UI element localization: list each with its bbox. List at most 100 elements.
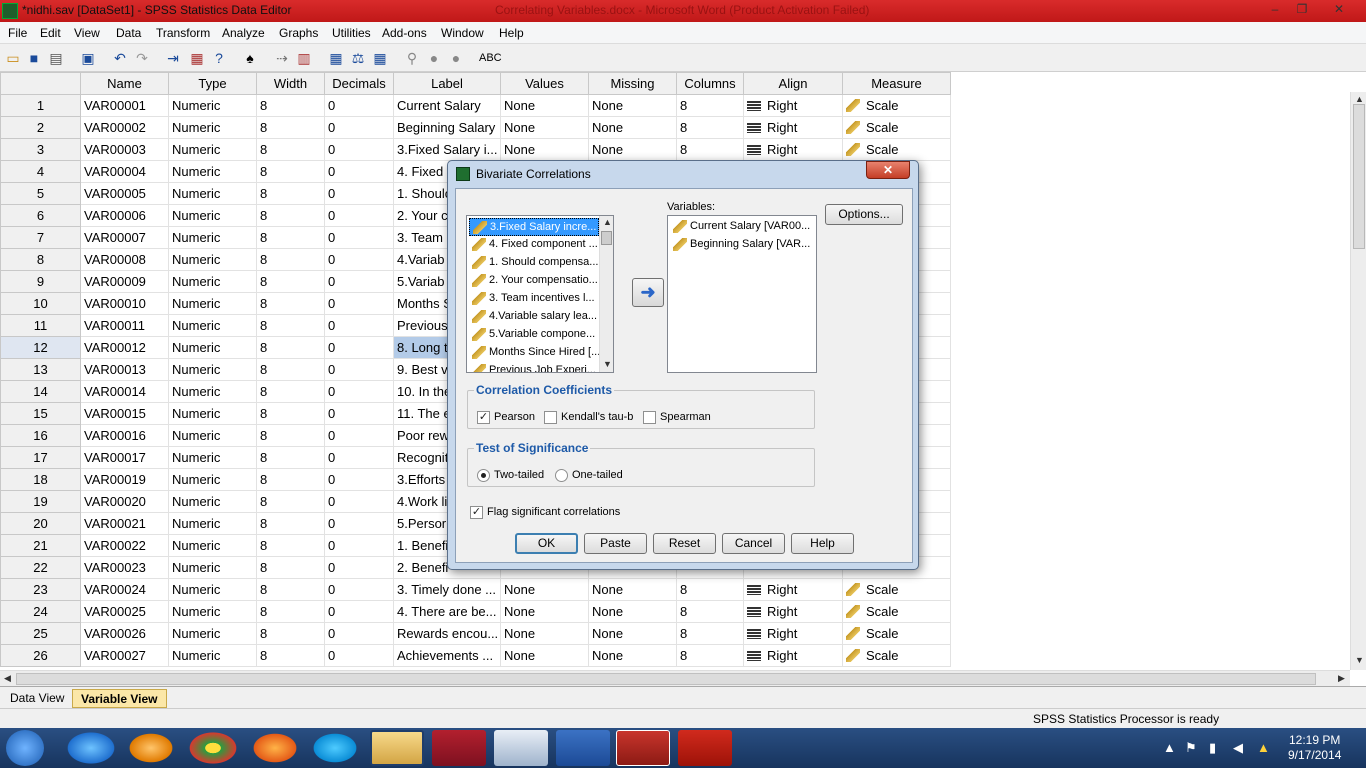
row-number[interactable]: 20 — [0, 512, 81, 535]
row-number[interactable]: 17 — [0, 446, 81, 469]
cell-width[interactable]: 8 — [256, 270, 325, 293]
kendall-label[interactable]: Kendall's tau-b — [561, 411, 633, 423]
cell-values[interactable]: None — [500, 138, 589, 161]
source-list-item[interactable]: 5.Variable compone... — [469, 326, 599, 344]
cell-measure[interactable]: Scale — [842, 600, 951, 623]
cell-values[interactable]: None — [500, 116, 589, 139]
clock[interactable]: 12:19 PM 9/17/2014 — [1288, 733, 1341, 763]
table-row[interactable]: 1 VAR00001 Numeric 8 0 Current Salary None None… — [0, 94, 951, 117]
cell-width[interactable]: 8 — [256, 292, 325, 315]
col-header-decimals[interactable]: Decimals — [324, 72, 394, 95]
cell-missing[interactable]: None — [588, 94, 677, 117]
vertical-scrollbar[interactable]: ▲ ▼ — [1350, 92, 1366, 670]
find-icon[interactable]: ♠ — [241, 49, 259, 67]
pearson-label[interactable]: Pearson — [494, 411, 535, 423]
cell-decimals[interactable]: 0 — [324, 380, 394, 403]
selected-variables-list[interactable]: Current Salary [VAR00... Beginning Salary… — [667, 215, 817, 373]
cell-width[interactable]: 8 — [256, 380, 325, 403]
cell-decimals[interactable]: 0 — [324, 578, 394, 601]
close-button[interactable]: ✕ — [1326, 1, 1352, 18]
cell-type[interactable]: Numeric — [168, 512, 257, 535]
cell-align[interactable]: Right — [743, 138, 843, 161]
cell-label[interactable]: Current Salary — [393, 94, 501, 117]
cell-width[interactable]: 8 — [256, 226, 325, 249]
horizontal-scrollbar[interactable]: ◀ ▶ — [0, 670, 1350, 686]
cell-decimals[interactable]: 0 — [324, 226, 394, 249]
undo-icon[interactable]: ↶ — [111, 49, 129, 67]
cell-decimals[interactable]: 0 — [324, 446, 394, 469]
cell-missing[interactable]: None — [588, 644, 677, 667]
cell-measure[interactable]: Scale — [842, 644, 951, 667]
list-scroll-down-icon[interactable]: ▼ — [603, 359, 612, 369]
table-row[interactable]: 25 VAR00026 Numeric 8 0 Rewards encou... None N… — [0, 622, 951, 645]
action-center-icon[interactable]: ⚑ — [1185, 740, 1197, 756]
scroll-thumb[interactable] — [1353, 104, 1365, 249]
cell-label[interactable]: Beginning Salary — [393, 116, 501, 139]
cell-width[interactable]: 8 — [256, 622, 325, 645]
row-number[interactable]: 10 — [0, 292, 81, 315]
cell-decimals[interactable]: 0 — [324, 138, 394, 161]
cancel-button[interactable]: Cancel — [722, 533, 785, 554]
cell-decimals[interactable]: 0 — [324, 534, 394, 557]
row-number[interactable]: 15 — [0, 402, 81, 425]
col-header-measure[interactable]: Measure — [842, 72, 951, 95]
cell-name[interactable]: VAR00013 — [80, 358, 169, 381]
row-number[interactable]: 14 — [0, 380, 81, 403]
dialog-close-button[interactable]: ✕ — [866, 161, 910, 179]
cell-type[interactable]: Numeric — [168, 116, 257, 139]
row-number[interactable]: 23 — [0, 578, 81, 601]
cell-type[interactable]: Numeric — [168, 358, 257, 381]
cell-columns[interactable]: 8 — [676, 116, 744, 139]
cell-type[interactable]: Numeric — [168, 160, 257, 183]
cell-decimals[interactable]: 0 — [324, 292, 394, 315]
cell-decimals[interactable]: 0 — [324, 116, 394, 139]
row-number[interactable]: 12 — [0, 336, 81, 359]
spearman-checkbox[interactable] — [643, 411, 656, 424]
save-icon[interactable]: ■ — [25, 49, 43, 67]
cell-type[interactable]: Numeric — [168, 336, 257, 359]
cell-type[interactable]: Numeric — [168, 446, 257, 469]
acrobat-icon[interactable] — [678, 730, 732, 766]
cell-missing[interactable]: None — [588, 578, 677, 601]
weight-cases-icon[interactable]: ⚖ — [349, 49, 367, 67]
cell-width[interactable]: 8 — [256, 358, 325, 381]
volume-icon[interactable]: ◀ — [1233, 740, 1243, 756]
row-number[interactable]: 21 — [0, 534, 81, 557]
menu-addons[interactable]: Add-ons — [382, 26, 427, 40]
cell-columns[interactable]: 8 — [676, 94, 744, 117]
cell-name[interactable]: VAR00027 — [80, 644, 169, 667]
cell-width[interactable]: 8 — [256, 446, 325, 469]
cell-align[interactable]: Right — [743, 644, 843, 667]
insert-cases-icon[interactable]: ⇢ — [273, 49, 291, 67]
cell-name[interactable]: VAR00016 — [80, 424, 169, 447]
cell-name[interactable]: VAR00001 — [80, 94, 169, 117]
cell-decimals[interactable]: 0 — [324, 204, 394, 227]
split-file-icon[interactable]: ▦ — [327, 49, 345, 67]
cell-decimals[interactable]: 0 — [324, 182, 394, 205]
cell-decimals[interactable]: 0 — [324, 600, 394, 623]
cell-type[interactable]: Numeric — [168, 424, 257, 447]
cell-decimals[interactable]: 0 — [324, 424, 394, 447]
show-hidden-icons-icon[interactable]: ▲ — [1163, 740, 1176, 755]
col-header-align[interactable]: Align — [743, 72, 843, 95]
menu-view[interactable]: View — [74, 26, 100, 40]
cell-width[interactable]: 8 — [256, 248, 325, 271]
selected-variable-item[interactable]: Beginning Salary [VAR... — [670, 236, 814, 254]
source-list-item[interactable]: Months Since Hired [... — [469, 344, 600, 362]
cell-name[interactable]: VAR00025 — [80, 600, 169, 623]
cell-type[interactable]: Numeric — [168, 94, 257, 117]
minimize-button[interactable]: – — [1262, 1, 1288, 18]
cell-name[interactable]: VAR00021 — [80, 512, 169, 535]
network-icon[interactable]: ▮ — [1209, 740, 1216, 756]
cell-decimals[interactable]: 0 — [324, 336, 394, 359]
cell-values[interactable]: None — [500, 644, 589, 667]
cell-width[interactable]: 8 — [256, 94, 325, 117]
goto-case-icon[interactable]: ⇥ — [164, 49, 182, 67]
cell-name[interactable]: VAR00007 — [80, 226, 169, 249]
use-sets-icon[interactable]: ● — [425, 49, 443, 67]
corner-header[interactable] — [0, 72, 81, 95]
menu-graphs[interactable]: Graphs — [279, 26, 318, 40]
two-tailed-radio[interactable] — [477, 469, 490, 482]
cell-type[interactable]: Numeric — [168, 314, 257, 337]
cell-name[interactable]: VAR00017 — [80, 446, 169, 469]
